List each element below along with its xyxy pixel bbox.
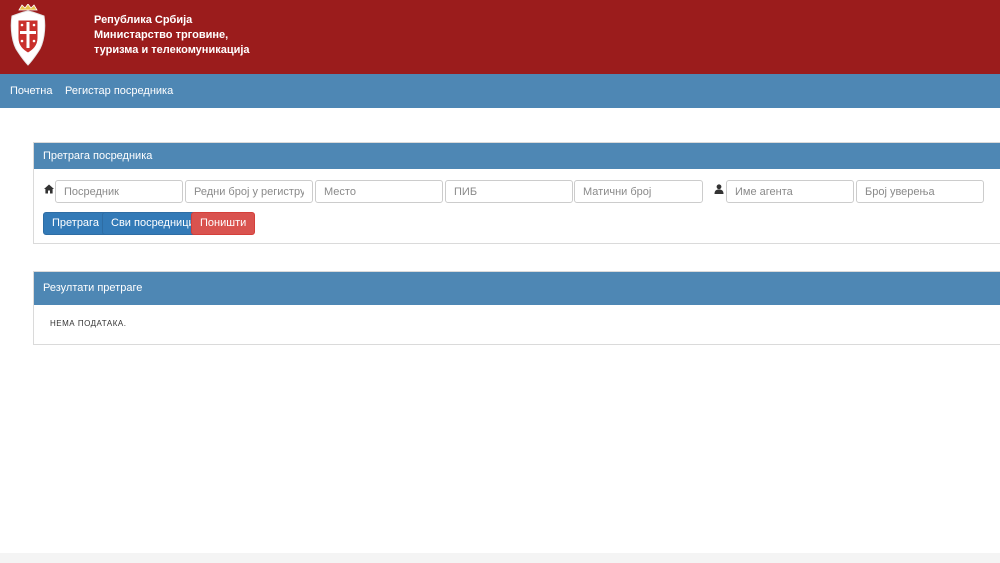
results-panel-title: Резултати претраге [34,272,1000,305]
ministry-name: Министарство трговине, туризма и телеком… [94,29,250,56]
search-panel-title: Претрага посредника [34,143,1000,169]
header-title: Република Србија Министарство трговине, … [94,13,269,58]
search-button[interactable]: Претрага [43,212,108,235]
search-panel: Претрага посредника Претрага Сви посредн… [33,142,1000,244]
intermediary-input[interactable] [55,180,183,203]
agent-name-input[interactable] [726,180,854,203]
all-intermediaries-button[interactable]: Сви посредници [102,212,204,235]
certificate-number-input[interactable] [856,180,984,203]
republic-name: Република Србија [94,14,193,26]
registry-number-input[interactable] [574,180,703,203]
top-header: Република Србија Министарство трговине, … [0,0,1000,74]
results-panel: Резултати претраге НЕМА ПОДАТАКА. [33,271,1000,345]
footer-strip [0,553,1000,563]
user-icon [714,184,724,194]
reset-button[interactable]: Поништи [191,212,256,235]
navbar: Почетна Регистар посредника [0,74,1000,108]
register-number-input[interactable] [185,180,313,203]
home-icon [44,184,54,194]
nav-register[interactable]: Регистар посредника [65,74,173,108]
place-input[interactable] [315,180,443,203]
nav-home[interactable]: Почетна [10,74,53,108]
pib-input[interactable] [445,180,573,203]
coat-of-arms-icon [10,4,46,66]
empty-results-message: НЕМА ПОДАТАКА. [50,319,127,328]
